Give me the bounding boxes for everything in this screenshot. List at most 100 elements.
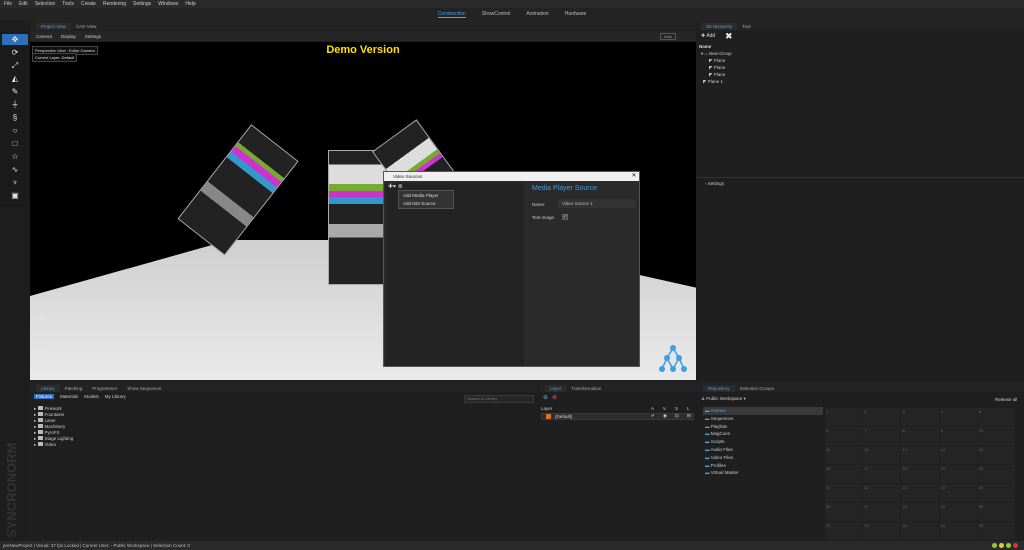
tab-transformation[interactable]: Transformation: [566, 385, 606, 392]
select-icon[interactable]: ⊡: [675, 413, 679, 419]
menu-file[interactable]: File: [4, 1, 12, 7]
circle-tool-icon[interactable]: ○: [2, 125, 28, 136]
fixture-tool-icon[interactable]: ♆: [2, 177, 28, 188]
delete-icon[interactable]: ✖: [725, 31, 733, 42]
menu-settings[interactable]: Settings: [133, 1, 151, 7]
list-item[interactable]: ▬ Playlists: [703, 423, 823, 431]
repository-slot[interactable]: 31: [825, 522, 863, 540]
tab-3d-hierarchy[interactable]: 3D Hierarchy: [701, 23, 738, 30]
repository-slot[interactable]: 33: [901, 522, 939, 540]
list-item[interactable]: ▬ Scripts: [703, 438, 823, 446]
stand-tool-icon[interactable]: ⏚: [2, 99, 28, 110]
menu-rendering[interactable]: Rendering: [103, 1, 126, 7]
tree-item-group[interactable]: ▾ ⛬ New Group: [701, 51, 732, 57]
repository-slot[interactable]: 16: [825, 465, 863, 483]
repository-slot[interactable]: 8: [901, 427, 939, 445]
repository-slot[interactable]: 3: [901, 408, 939, 426]
library-search-input[interactable]: Search in Library: [464, 395, 534, 403]
list-item[interactable]: ▬ Video Files: [703, 454, 823, 462]
truss-tool-icon[interactable]: §: [2, 112, 28, 123]
repository-slot[interactable]: 12: [863, 446, 901, 464]
subtab-my-library[interactable]: My Library: [105, 394, 126, 399]
status-icon-warn[interactable]: [999, 543, 1004, 548]
square-tool-icon[interactable]: □: [2, 138, 28, 149]
repository-slot[interactable]: 17: [863, 465, 901, 483]
scale-tool-icon[interactable]: ⤢: [2, 60, 28, 71]
tree-item-plane[interactable]: ◤ Plane: [709, 65, 725, 71]
lock-icon[interactable]: ⊟: [687, 413, 691, 419]
release-all-button[interactable]: Release all: [995, 397, 1017, 402]
repository-slot[interactable]: 29: [939, 503, 977, 521]
add-button[interactable]: ✚ Add: [701, 33, 715, 39]
table-row[interactable]: (Default) ✔ ◉ ⊡ ⊟: [541, 413, 694, 420]
list-item[interactable]: ▬ Sequences: [703, 415, 823, 423]
repository-slot[interactable]: 20: [977, 465, 1015, 483]
mode-hardware[interactable]: Hardware: [565, 11, 587, 17]
source-list[interactable]: [386, 183, 524, 366]
repository-slot[interactable]: 2: [863, 408, 901, 426]
repository-slot[interactable]: 19: [939, 465, 977, 483]
tab-selection-groups[interactable]: Selection Groups: [735, 385, 780, 392]
light-tool-icon[interactable]: ◭: [2, 73, 28, 84]
nodes-icon[interactable]: ✲: [34, 345, 48, 359]
layer-add-icon[interactable]: ⊕: [543, 394, 548, 401]
subtab-models[interactable]: Models: [84, 394, 99, 399]
repository-slot[interactable]: 11: [825, 446, 863, 464]
sun-icon[interactable]: ☀: [34, 312, 48, 326]
name-field[interactable]: Video Source 1: [558, 199, 636, 208]
status-icon-error[interactable]: [1013, 543, 1018, 548]
repository-slot[interactable]: 15: [977, 446, 1015, 464]
tab-library[interactable]: Library: [36, 385, 60, 392]
tree-item-plane-1[interactable]: ◤ Plane 1: [703, 79, 723, 85]
repository-slot[interactable]: 6: [825, 427, 863, 445]
close-icon[interactable]: ✕: [629, 172, 639, 181]
repository-slot[interactable]: 34: [939, 522, 977, 540]
tree-item-plane[interactable]: ◤ Plane: [709, 58, 725, 64]
settings-header[interactable]: › Settings: [705, 181, 724, 186]
tab-tool[interactable]: Tool: [737, 23, 755, 30]
repository-slot[interactable]: 23: [901, 484, 939, 502]
tree-item-plane[interactable]: ◤ Plane: [709, 72, 725, 78]
tab-repository[interactable]: Repository: [703, 385, 735, 392]
menu-add-ndi-source[interactable]: Add NDI Source: [399, 199, 453, 207]
subtab-fixtures[interactable]: Fixtures: [34, 394, 55, 399]
repository-slot[interactable]: 13: [901, 446, 939, 464]
repository-slot[interactable]: 18: [901, 465, 939, 483]
menu-windows[interactable]: Windows: [158, 1, 178, 7]
gauge-icon[interactable]: ◔: [34, 329, 48, 343]
repository-slot[interactable]: 30: [977, 503, 1015, 521]
repository-slot[interactable]: 10: [977, 427, 1015, 445]
repository-slot[interactable]: 22: [863, 484, 901, 502]
repository-slot[interactable]: 9: [939, 427, 977, 445]
viewport-menu-display[interactable]: Display: [61, 34, 76, 39]
tab-show-sequencer[interactable]: Show Sequencer: [122, 385, 166, 392]
tab-project-view[interactable]: Project View: [36, 23, 71, 30]
menu-selection[interactable]: Selection: [35, 1, 56, 7]
active-check-icon[interactable]: ✔: [651, 413, 655, 419]
list-item[interactable]: ▬ Scenes: [703, 407, 823, 415]
list-item[interactable]: ▬ Profiles: [703, 462, 823, 470]
repository-slot[interactable]: 4: [939, 408, 977, 426]
brush-tool-icon[interactable]: ✎: [2, 86, 28, 97]
status-icon-ok[interactable]: [992, 543, 997, 548]
rotate-tool-icon[interactable]: ⟳: [2, 47, 28, 58]
mode-animation[interactable]: Animation: [526, 11, 548, 17]
repository-slot[interactable]: 32: [863, 522, 901, 540]
repository-slot[interactable]: 27: [863, 503, 901, 521]
camera-tool-icon[interactable]: ▣: [2, 190, 28, 201]
repository-slot[interactable]: 35: [977, 522, 1015, 540]
viewport-menu-settings[interactable]: Settings: [85, 34, 101, 39]
workspace-selector[interactable]: ♟ Public Workspace ▾: [701, 396, 746, 402]
test-image-checkbox[interactable]: ✓: [562, 214, 568, 220]
repository-slot[interactable]: 14: [939, 446, 977, 464]
subtab-materials[interactable]: Materials: [60, 394, 78, 399]
tab-programmer[interactable]: Programmer: [87, 385, 122, 392]
repository-slot[interactable]: 25: [977, 484, 1015, 502]
list-item[interactable]: ▬ Virtual Master: [703, 469, 823, 477]
menu-create[interactable]: Create: [81, 1, 96, 7]
mode-showcontrol[interactable]: ShowControl: [482, 11, 511, 17]
menu-edit[interactable]: Edit: [19, 1, 28, 7]
star-tool-icon[interactable]: ☆: [2, 151, 28, 162]
repository-slot[interactable]: 28: [901, 503, 939, 521]
tab-cad-view[interactable]: CAD View: [71, 23, 101, 30]
